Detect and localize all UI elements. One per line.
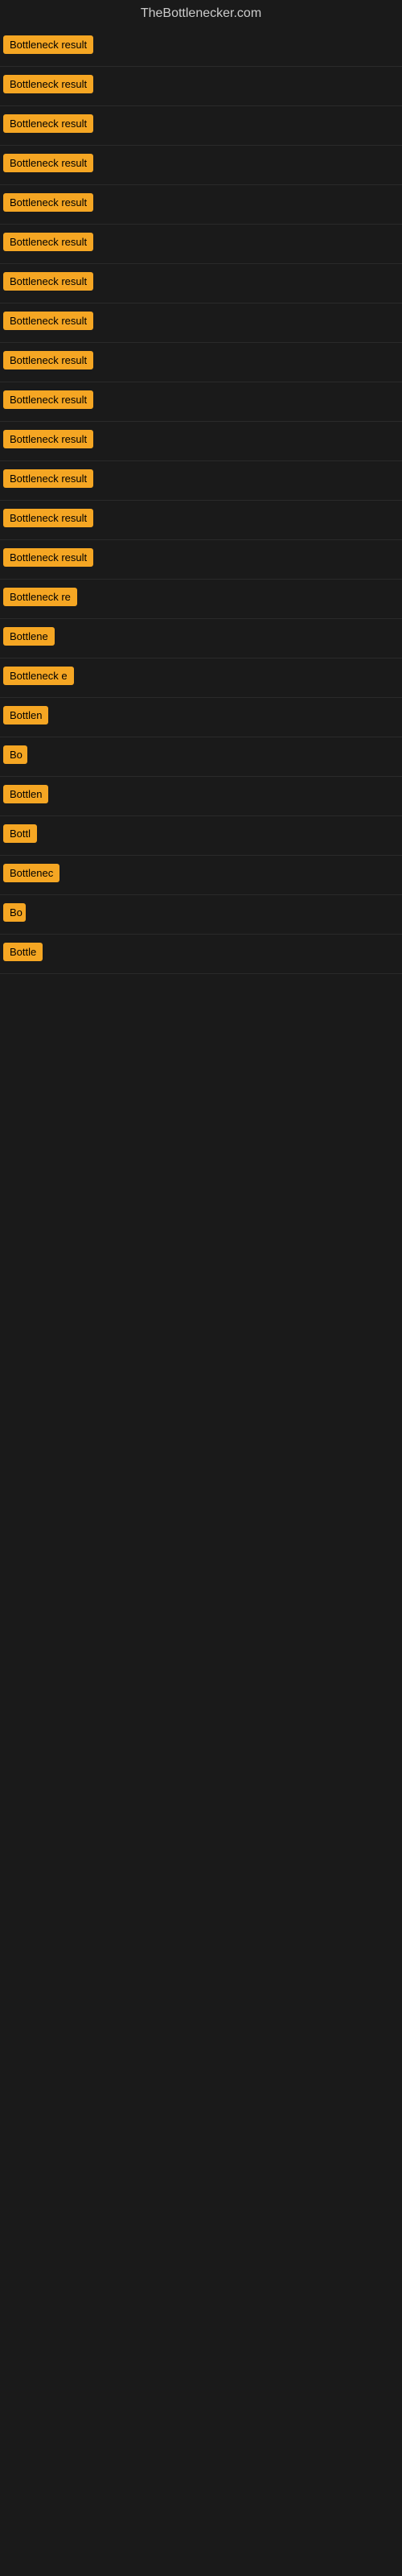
site-title: TheBottlenecker.com [0, 0, 402, 27]
list-item[interactable]: Bottleneck result [0, 185, 402, 225]
list-item[interactable]: Bottlenec [0, 856, 402, 895]
list-item[interactable]: Bottlen [0, 777, 402, 816]
bottleneck-result-badge[interactable]: Bottleneck result [3, 312, 93, 330]
list-item[interactable]: Bottl [0, 816, 402, 856]
list-item[interactable]: Bottleneck result [0, 540, 402, 580]
bottleneck-result-badge[interactable]: Bottleneck result [3, 35, 93, 54]
bottleneck-result-badge[interactable]: Bottleneck result [3, 430, 93, 448]
bottleneck-result-badge[interactable]: Bottleneck result [3, 114, 93, 133]
list-item[interactable]: Bottleneck result [0, 67, 402, 106]
list-item[interactable]: Bottleneck result [0, 106, 402, 146]
list-item[interactable]: Bottlen [0, 698, 402, 737]
list-item[interactable]: Bottleneck result [0, 225, 402, 264]
bottleneck-result-badge[interactable]: Bottleneck result [3, 233, 93, 251]
bottleneck-result-badge[interactable]: Bottleneck result [3, 509, 93, 527]
list-item[interactable]: Bo [0, 737, 402, 777]
bottleneck-result-badge[interactable]: Bottleneck result [3, 75, 93, 93]
bottleneck-result-badge[interactable]: Bottlen [3, 706, 48, 724]
bottleneck-result-badge[interactable]: Bo [3, 745, 27, 764]
bottleneck-result-badge[interactable]: Bottleneck result [3, 272, 93, 291]
list-item[interactable]: Bottleneck result [0, 303, 402, 343]
bottleneck-result-badge[interactable]: Bottlene [3, 627, 55, 646]
bottleneck-result-badge[interactable]: Bottleneck e [3, 667, 74, 685]
list-item[interactable]: Bottleneck e [0, 658, 402, 698]
list-item[interactable]: Bottlene [0, 619, 402, 658]
bottleneck-result-badge[interactable]: Bottleneck result [3, 548, 93, 567]
bottleneck-result-badge[interactable]: Bottlenec [3, 864, 59, 882]
list-item[interactable]: Bottleneck result [0, 264, 402, 303]
list-item[interactable]: Bottle [0, 935, 402, 974]
bottleneck-result-badge[interactable]: Bottleneck result [3, 351, 93, 369]
bottleneck-result-badge[interactable]: Bottleneck result [3, 193, 93, 212]
list-item[interactable]: Bottleneck result [0, 501, 402, 540]
list-item[interactable]: Bo [0, 895, 402, 935]
list-item[interactable]: Bottleneck result [0, 422, 402, 461]
bottleneck-result-badge[interactable]: Bo [3, 903, 26, 922]
list-item[interactable]: Bottleneck result [0, 146, 402, 185]
list-item[interactable]: Bottleneck result [0, 382, 402, 422]
bottleneck-result-badge[interactable]: Bottle [3, 943, 43, 961]
bottleneck-result-badge[interactable]: Bottlen [3, 785, 48, 803]
bottleneck-result-badge[interactable]: Bottleneck re [3, 588, 77, 606]
bottleneck-result-badge[interactable]: Bottleneck result [3, 390, 93, 409]
bottleneck-result-badge[interactable]: Bottleneck result [3, 469, 93, 488]
list-item[interactable]: Bottleneck result [0, 27, 402, 67]
list-item[interactable]: Bottleneck re [0, 580, 402, 619]
bottleneck-result-badge[interactable]: Bottleneck result [3, 154, 93, 172]
bottleneck-result-badge[interactable]: Bottl [3, 824, 37, 843]
list-item[interactable]: Bottleneck result [0, 461, 402, 501]
list-item[interactable]: Bottleneck result [0, 343, 402, 382]
